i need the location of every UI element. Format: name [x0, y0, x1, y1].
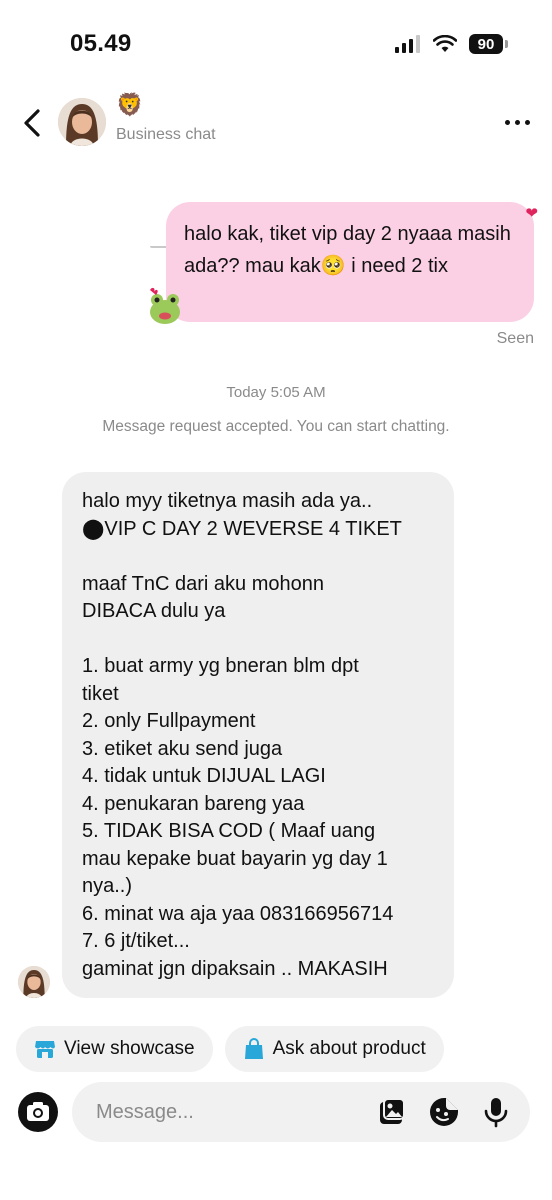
microphone-icon[interactable] [480, 1096, 512, 1128]
status-time: 05.49 [70, 30, 132, 57]
ask-about-product-label: Ask about product [272, 1038, 426, 1059]
camera-icon [18, 1092, 58, 1132]
cellular-signal-icon [395, 35, 420, 53]
camera-button[interactable] [18, 1092, 58, 1132]
more-options-icon[interactable] [505, 120, 530, 125]
frog-sticker-icon [150, 287, 180, 324]
status-bar: 05.49 90 [0, 0, 552, 86]
battery-indicator: 90 [469, 34, 508, 54]
business-chat-label: Business chat [116, 126, 216, 143]
outgoing-message-bubble[interactable]: halo kak, tiket vip day 2 nyaaa masih ad… [166, 202, 534, 322]
gallery-icon[interactable] [376, 1096, 408, 1128]
contact-avatar[interactable] [58, 98, 106, 146]
battery-level: 90 [469, 34, 503, 54]
sender-avatar[interactable] [18, 966, 50, 998]
ask-about-product-button[interactable]: Ask about product [224, 1026, 444, 1072]
sticker-icon[interactable] [428, 1096, 460, 1128]
wifi-icon [433, 35, 457, 52]
heart-reaction-icon[interactable]: ❤ [525, 204, 538, 222]
view-showcase-label: View showcase [64, 1038, 195, 1059]
quick-action-chips: View showcase Ask about product [16, 1026, 444, 1072]
shopping-bag-icon [244, 1038, 263, 1059]
status-icons: 90 [395, 34, 508, 54]
chat-header: 🦁 Business chat [0, 90, 552, 248]
message-composer [72, 1082, 530, 1142]
storefront-icon [35, 1041, 55, 1058]
seen-status: Seen [496, 330, 534, 347]
contact-name-emoji[interactable]: 🦁 [116, 92, 143, 118]
message-input[interactable] [96, 1096, 356, 1128]
request-accepted-notice: Message request accepted. You can start … [102, 418, 450, 435]
back-arrow-icon[interactable] [18, 106, 48, 140]
message-timestamp: Today 5:05 AM [226, 384, 326, 401]
view-showcase-button[interactable]: View showcase [16, 1026, 213, 1072]
incoming-message-bubble[interactable]: halo myy tiketnya masih ada ya.. ⬤VIP C … [62, 472, 454, 998]
